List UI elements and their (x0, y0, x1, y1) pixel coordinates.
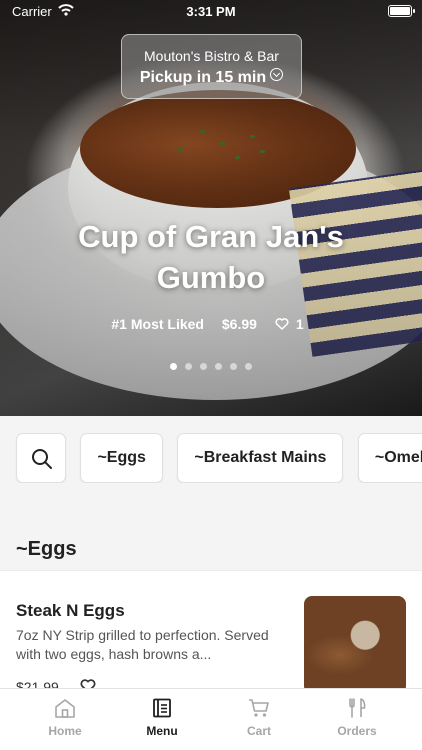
carousel-dot[interactable] (200, 363, 207, 370)
search-icon (32, 449, 52, 469)
menu-icon (153, 698, 171, 718)
carousel-dot[interactable] (185, 363, 192, 370)
category-bar[interactable]: ~Eggs ~Breakfast Mains ~Omele (0, 433, 422, 483)
carousel-dot[interactable] (170, 363, 177, 370)
featured-likes: 1 (275, 316, 311, 332)
status-bar: Carrier 3:31 PM (0, 0, 422, 22)
orders-icon (349, 698, 366, 718)
clock: 3:31 PM (186, 4, 236, 19)
featured-item-meta: #1 Most Liked $6.99 1 (0, 316, 422, 332)
tab-label: Cart (246, 724, 271, 738)
featured-rank: #1 Most Liked (111, 316, 204, 332)
menu-item-description: 7oz NY Strip grilled to perfection. Serv… (16, 627, 269, 662)
featured-hero[interactable]: Carrier 3:31 PM Mouton's Bistro & Bar Pi… (0, 0, 422, 416)
featured-item-title: Cup of Gran Jan's Gumbo (78, 219, 344, 295)
tab-label: Menu (146, 724, 178, 738)
category-chip[interactable]: ~Breakfast Mains (177, 433, 344, 483)
carousel-page-indicator[interactable] (0, 357, 422, 375)
heart-icon (275, 318, 289, 330)
tab-orders[interactable]: Orders (317, 698, 397, 738)
carousel-dot[interactable] (230, 363, 237, 370)
tab-cart[interactable]: Cart (219, 698, 299, 738)
home-icon (55, 699, 75, 718)
menu-item-photo (304, 596, 406, 694)
carousel-dot[interactable] (215, 363, 222, 370)
menu-item-name: Steak N Eggs (16, 601, 125, 620)
featured-price: $6.99 (221, 316, 257, 332)
cart-icon (249, 699, 269, 717)
restaurant-name: Mouton's Bistro & Bar (144, 48, 279, 64)
tab-bar: Home Menu Cart Orders (0, 688, 422, 750)
tab-menu[interactable]: Menu (122, 698, 202, 738)
tab-home[interactable]: Home (25, 698, 105, 738)
pickup-time: Pickup in 15 min (122, 68, 301, 87)
section-title: ~Eggs (16, 538, 77, 560)
carousel-dot[interactable] (245, 363, 252, 370)
tab-label: Home (48, 724, 82, 738)
tab-label: Orders (337, 724, 377, 738)
pickup-selector[interactable]: Mouton's Bistro & Bar Pickup in 15 min (121, 34, 302, 99)
chevron-down-icon (270, 68, 284, 81)
category-chip[interactable]: ~Omele (357, 433, 422, 483)
category-chip[interactable]: ~Eggs (80, 433, 163, 483)
search-button[interactable] (16, 433, 66, 483)
battery-icon (388, 5, 415, 17)
menu-item-card[interactable]: Steak N Eggs 7oz NY Strip grilled to per… (0, 570, 422, 695)
